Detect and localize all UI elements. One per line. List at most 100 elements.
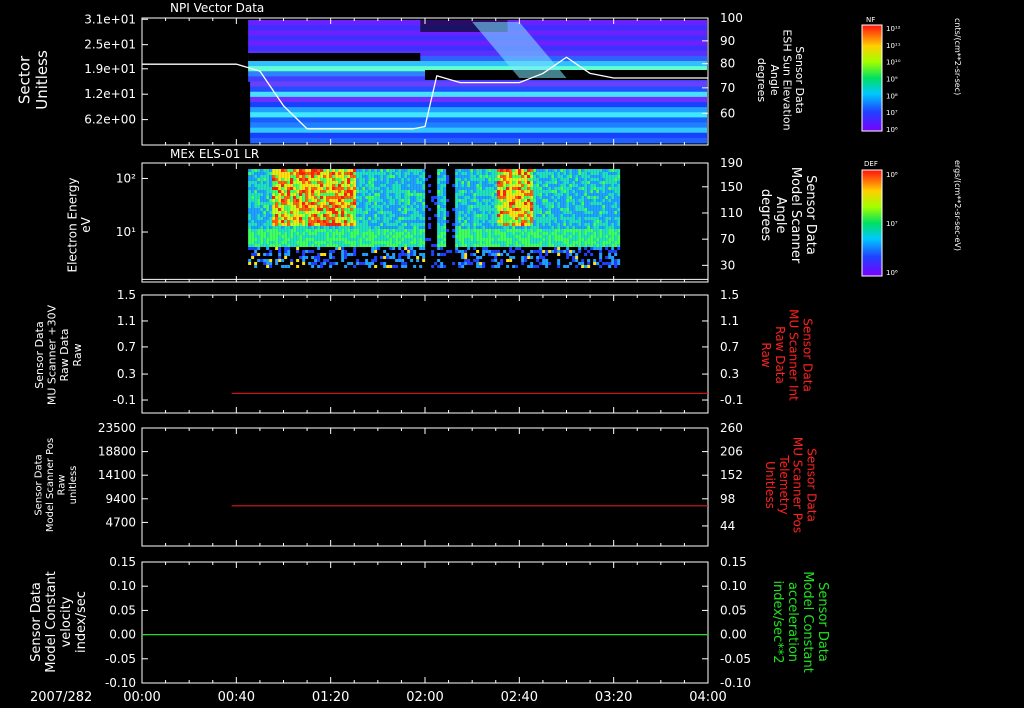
els-heat-cell	[467, 205, 471, 208]
els-heat-cell	[320, 208, 324, 211]
els-heat-cell	[257, 238, 261, 241]
y-tick-label-left: 14100	[98, 468, 136, 482]
els-heat-cell	[407, 172, 411, 175]
els-heat-cell	[485, 229, 489, 232]
els-heat-cell	[599, 175, 603, 178]
els-heat-cell	[362, 208, 366, 211]
els-heat-cell	[398, 172, 402, 175]
els-heat-cell	[389, 220, 393, 223]
els-heat-cell	[503, 250, 507, 253]
els-heat-cell	[578, 199, 582, 202]
els-heat-cell	[527, 190, 531, 193]
els-heat-cell	[389, 238, 393, 241]
els-heat-cell	[374, 259, 378, 262]
els-heat-cell	[458, 238, 462, 241]
els-heat-cell	[548, 187, 552, 190]
els-heat-cell	[608, 244, 612, 247]
els-heat-cell	[299, 229, 303, 232]
els-heat-cell	[320, 211, 324, 214]
els-heat-cell	[467, 259, 471, 262]
els-heat-cell	[335, 247, 339, 250]
els-heat-cell	[446, 199, 450, 202]
els-heat-cell	[548, 250, 552, 253]
els-heat-cell	[293, 226, 297, 229]
els-heat-cell	[380, 169, 384, 172]
els-heat-cell	[407, 226, 411, 229]
els-heat-cell	[353, 184, 357, 187]
els-heat-cell	[386, 223, 390, 226]
els-heat-cell	[392, 244, 396, 247]
els-heat-cell	[446, 214, 450, 217]
els-heat-cell	[407, 208, 411, 211]
els-heat-cell	[356, 235, 360, 238]
els-heat-cell	[368, 265, 372, 268]
els-heat-cell	[542, 232, 546, 235]
els-heat-cell	[539, 208, 543, 211]
els-heat-cell	[605, 232, 609, 235]
els-heat-cell	[578, 196, 582, 199]
els-heat-cell	[527, 181, 531, 184]
els-heat-cell	[578, 208, 582, 211]
els-heat-cell	[290, 199, 294, 202]
els-heat-cell	[611, 181, 615, 184]
els-heat-cell	[293, 238, 297, 241]
els-heat-cell	[527, 217, 531, 220]
els-heat-cell	[602, 193, 606, 196]
els-heat-cell	[587, 250, 591, 253]
els-heat-cell	[386, 196, 390, 199]
els-heat-cell	[374, 238, 378, 241]
els-heat-cell	[311, 229, 315, 232]
els-heat-cell	[533, 175, 537, 178]
els-heat-cell	[284, 238, 288, 241]
els-heat-cell	[278, 175, 282, 178]
els-heat-cell	[323, 193, 327, 196]
els-heat-cell	[308, 244, 312, 247]
els-heat-cell	[470, 178, 474, 181]
els-heat-cell	[251, 187, 255, 190]
els-heat-cell	[338, 184, 342, 187]
els-heat-cell	[248, 226, 252, 229]
els-heat-cell	[380, 175, 384, 178]
els-heat-cell	[251, 211, 255, 214]
els-heat-cell	[341, 229, 345, 232]
els-heat-cell	[470, 214, 474, 217]
els-heat-cell	[488, 199, 492, 202]
els-heat-cell	[437, 196, 441, 199]
els-heat-cell	[398, 256, 402, 259]
els-heat-cell	[329, 178, 333, 181]
els-heat-cell	[365, 235, 369, 238]
els-heat-cell	[254, 208, 258, 211]
els-heat-cell	[257, 232, 261, 235]
els-heat-cell	[305, 226, 309, 229]
els-heat-cell	[548, 214, 552, 217]
els-heat-cell	[383, 238, 387, 241]
els-heat-cell	[296, 172, 300, 175]
els-heat-cell	[509, 244, 513, 247]
els-heat-cell	[524, 196, 528, 199]
vel-ylabel-left-line: Model Constant	[44, 571, 59, 673]
els-heat-cell	[338, 196, 342, 199]
els-heat-cell	[566, 202, 570, 205]
els-heat-cell	[284, 247, 288, 250]
els-heat-cell	[281, 226, 285, 229]
els-heat-cell	[464, 217, 468, 220]
els-heat-cell	[320, 262, 324, 265]
els-heat-cell	[341, 172, 345, 175]
els-heat-cell	[515, 220, 519, 223]
els-heat-cell	[395, 181, 399, 184]
els-heat-cell	[458, 187, 462, 190]
els-heat-cell	[584, 253, 588, 256]
els-heat-cell	[308, 175, 312, 178]
els-heat-cell	[380, 178, 384, 181]
els-heat-cell	[251, 214, 255, 217]
els-heat-cell	[482, 235, 486, 238]
els-heat-cell	[311, 223, 315, 226]
els-heat-cell	[323, 241, 327, 244]
els-heat-cell	[461, 253, 465, 256]
els-heat-cell	[314, 208, 318, 211]
els-heat-cell	[566, 205, 570, 208]
els-heat-cell	[413, 196, 417, 199]
els-heat-cell	[500, 253, 504, 256]
els-heat-cell	[287, 214, 291, 217]
els-heat-cell	[260, 169, 264, 172]
